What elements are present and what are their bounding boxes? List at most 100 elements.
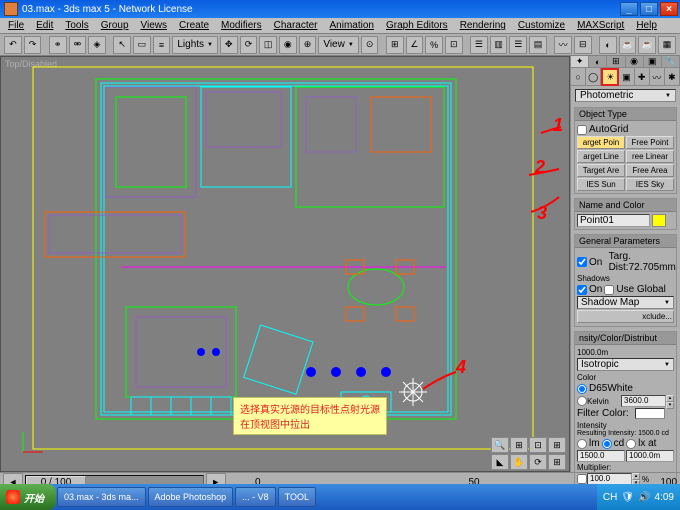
kelvin-radio[interactable]	[577, 396, 587, 406]
zoom-all-icon[interactable]: ⊞	[510, 437, 528, 453]
zoom-extents-all-icon[interactable]: ⊞	[548, 437, 566, 453]
named-selection-button[interactable]: ☰	[470, 36, 488, 54]
task-item[interactable]: Adobe Photoshop	[148, 487, 234, 507]
selection-filter-dropdown[interactable]: Lights	[172, 36, 218, 54]
lights-icon[interactable]: ☀	[601, 68, 619, 86]
quick-render-button[interactable]: ☕	[638, 36, 656, 54]
menu-edit[interactable]: Edit	[30, 19, 59, 32]
kelvin-value[interactable]: 3600.0	[621, 395, 666, 407]
ref-coord-dropdown[interactable]: View	[318, 36, 358, 54]
close-button[interactable]: ×	[660, 2, 678, 16]
ref-coord-button[interactable]: ◉	[279, 36, 297, 54]
use-global-checkbox[interactable]	[604, 285, 614, 295]
name-color-header[interactable]: Name and Color	[575, 199, 676, 212]
manipulate-button[interactable]: ⊕	[299, 36, 317, 54]
spinner-snap-button[interactable]: ⊡	[445, 36, 463, 54]
undo-button[interactable]: ↶	[4, 36, 22, 54]
maximize-button[interactable]: □	[640, 2, 658, 16]
mult-checkbox[interactable]	[577, 474, 587, 484]
render-type-button[interactable]: ▦	[658, 36, 676, 54]
start-button[interactable]: 开始	[0, 484, 56, 510]
intensity-header[interactable]: nsity/Color/Distribut	[575, 332, 676, 345]
menu-create[interactable]: Create	[173, 19, 215, 32]
percent-snap-button[interactable]: %	[425, 36, 443, 54]
select-button[interactable]: ↖	[113, 36, 131, 54]
tray-icon[interactable]: 🔊	[638, 492, 650, 503]
menu-customize[interactable]: Customize	[512, 19, 571, 32]
spacewarps-icon[interactable]: 〰	[650, 68, 665, 86]
menu-tools[interactable]: Tools	[59, 19, 94, 32]
use-center-button[interactable]: ⊙	[361, 36, 379, 54]
link-button[interactable]: ⚭	[49, 36, 67, 54]
menu-modifiers[interactable]: Modifiers	[215, 19, 268, 32]
category-dropdown[interactable]: Photometric	[575, 89, 676, 102]
display-tab[interactable]: ▣	[644, 56, 662, 67]
task-item[interactable]: TOOL	[278, 487, 316, 507]
lx-radio[interactable]	[626, 439, 636, 449]
system-tray[interactable]: CH 🛡 🔊 4:09	[597, 484, 680, 510]
hierarchy-tab[interactable]: ⊞	[607, 56, 625, 67]
menu-rendering[interactable]: Rendering	[454, 19, 512, 32]
free-area-button[interactable]: Free Area	[626, 164, 674, 177]
menu-character[interactable]: Character	[268, 19, 324, 32]
fov-icon[interactable]: ◣	[491, 454, 509, 470]
minimize-button[interactable]: _	[620, 2, 638, 16]
redo-button[interactable]: ↷	[24, 36, 42, 54]
menu-views[interactable]: Views	[135, 19, 174, 32]
autogrid-checkbox[interactable]	[577, 125, 587, 135]
select-region-button[interactable]: ▭	[133, 36, 151, 54]
free-point-button[interactable]: Free Point	[626, 136, 674, 149]
angle-snap-button[interactable]: ∠	[406, 36, 424, 54]
viewport-top[interactable]: Top/Disabled	[0, 56, 570, 472]
arc-rotate-icon[interactable]: ⟳	[529, 454, 547, 470]
object-type-header[interactable]: Object Type	[575, 108, 676, 121]
modify-tab[interactable]: ◐	[589, 56, 607, 67]
render-scene-button[interactable]: ☕	[619, 36, 637, 54]
shadows-on-checkbox[interactable]	[577, 285, 587, 295]
pan-icon[interactable]: ✋	[510, 454, 528, 470]
task-item[interactable]: ... - V8	[235, 487, 276, 507]
mirror-button[interactable]: ▥	[490, 36, 508, 54]
target-area-button[interactable]: Target Are	[577, 164, 625, 177]
object-name-input[interactable]: Point01	[577, 214, 650, 227]
color-swatch[interactable]	[652, 214, 666, 227]
target-point-button[interactable]: arget Poin	[577, 136, 625, 149]
schematic-button[interactable]: ⊟	[574, 36, 592, 54]
shadow-map-dropdown[interactable]: Shadow Map	[577, 296, 674, 309]
menu-grapheditors[interactable]: Graph Editors	[380, 19, 454, 32]
scale-button[interactable]: ◫	[259, 36, 277, 54]
menu-group[interactable]: Group	[95, 19, 135, 32]
on-checkbox[interactable]	[577, 257, 587, 267]
motion-tab[interactable]: ◉	[626, 56, 644, 67]
general-params-header[interactable]: General Parameters	[575, 235, 676, 248]
select-by-name-button[interactable]: ≡	[153, 36, 171, 54]
filter-color-swatch[interactable]	[635, 408, 665, 419]
exclude-button[interactable]: xclude...	[577, 310, 674, 323]
cameras-icon[interactable]: ▣	[619, 68, 634, 86]
cd-radio[interactable]	[602, 439, 612, 449]
utilities-tab[interactable]: 🔧	[662, 56, 680, 67]
bind-button[interactable]: ◈	[88, 36, 106, 54]
ies-sun-button[interactable]: IES Sun	[577, 178, 625, 191]
shapes-icon[interactable]: ◯	[586, 68, 601, 86]
move-button[interactable]: ✥	[220, 36, 238, 54]
systems-icon[interactable]: ✱	[665, 68, 680, 86]
create-tab[interactable]: ✦	[571, 56, 589, 67]
menu-file[interactable]: File	[2, 19, 30, 32]
menu-animation[interactable]: Animation	[324, 19, 380, 32]
lm-radio[interactable]	[577, 439, 587, 449]
menu-help[interactable]: Help	[630, 19, 663, 32]
free-linear-button[interactable]: ree Linear	[626, 150, 674, 163]
ies-sky-button[interactable]: IES Sky	[626, 178, 674, 191]
layers-button[interactable]: ▤	[529, 36, 547, 54]
task-item[interactable]: 03.max - 3ds ma...	[57, 487, 146, 507]
intensity-value[interactable]: 1500.0	[577, 450, 625, 462]
zoom-extents-icon[interactable]: ⊡	[529, 437, 547, 453]
helpers-icon[interactable]: ✚	[635, 68, 650, 86]
zoom-icon[interactable]: 🔍	[491, 437, 509, 453]
align-button[interactable]: ☰	[509, 36, 527, 54]
target-linear-button[interactable]: arget Line	[577, 150, 625, 163]
snap-button[interactable]: ⊞	[386, 36, 404, 54]
unlink-button[interactable]: ⚮	[69, 36, 87, 54]
maximize-viewport-icon[interactable]: ⊞	[548, 454, 566, 470]
